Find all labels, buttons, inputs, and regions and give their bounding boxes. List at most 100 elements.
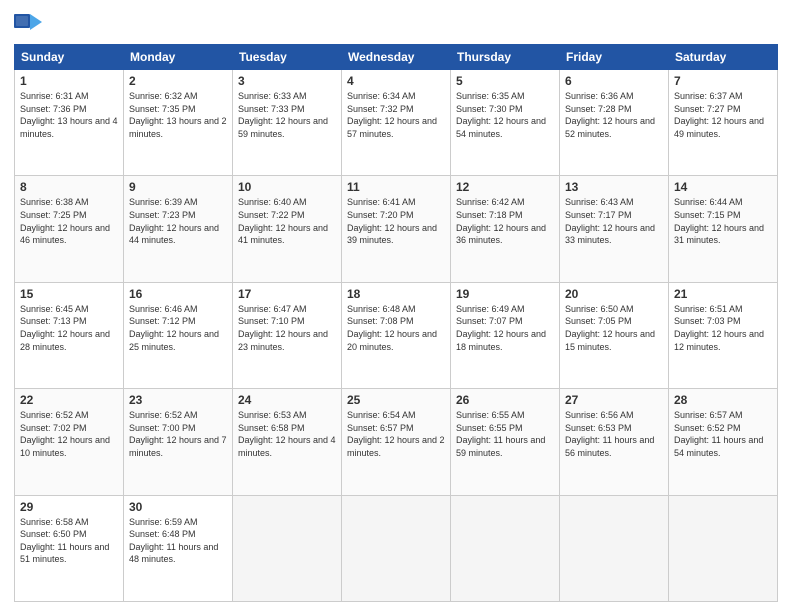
day-number: 3 bbox=[238, 74, 336, 88]
day-number: 22 bbox=[20, 393, 118, 407]
calendar-cell: 14 Sunrise: 6:44 AMSunset: 7:15 PMDayligh… bbox=[669, 176, 778, 282]
weekday-header-thursday: Thursday bbox=[451, 45, 560, 70]
calendar-cell: 18 Sunrise: 6:48 AMSunset: 7:08 PMDayligh… bbox=[342, 282, 451, 388]
day-number: 13 bbox=[565, 180, 663, 194]
page: SundayMondayTuesdayWednesdayThursdayFrid… bbox=[0, 0, 792, 612]
day-info: Sunrise: 6:48 AMSunset: 7:08 PMDaylight:… bbox=[347, 303, 445, 353]
calendar-cell: 4 Sunrise: 6:34 AMSunset: 7:32 PMDaylight… bbox=[342, 70, 451, 176]
calendar-cell: 26 Sunrise: 6:55 AMSunset: 6:55 PMDayligh… bbox=[451, 389, 560, 495]
calendar-cell: 25 Sunrise: 6:54 AMSunset: 6:57 PMDayligh… bbox=[342, 389, 451, 495]
day-info: Sunrise: 6:56 AMSunset: 6:53 PMDaylight:… bbox=[565, 409, 663, 459]
calendar-cell: 22 Sunrise: 6:52 AMSunset: 7:02 PMDayligh… bbox=[15, 389, 124, 495]
week-row-2: 8Sunrise: 6:38 AMSunset: 7:25 PMDaylight… bbox=[15, 176, 778, 282]
calendar-cell: 5 Sunrise: 6:35 AMSunset: 7:30 PMDaylight… bbox=[451, 70, 560, 176]
day-info: Sunrise: 6:44 AMSunset: 7:15 PMDaylight:… bbox=[674, 196, 772, 246]
day-number: 15 bbox=[20, 287, 118, 301]
day-info: Sunrise: 6:31 AMSunset: 7:36 PMDaylight:… bbox=[20, 90, 118, 140]
calendar-cell: 3 Sunrise: 6:33 AMSunset: 7:33 PMDaylight… bbox=[233, 70, 342, 176]
day-number: 24 bbox=[238, 393, 336, 407]
week-row-5: 29 Sunrise: 6:58 AMSunset: 6:50 PMDayligh… bbox=[15, 495, 778, 601]
calendar-cell: 28 Sunrise: 6:57 AMSunset: 6:52 PMDayligh… bbox=[669, 389, 778, 495]
weekday-header-monday: Monday bbox=[124, 45, 233, 70]
day-number: 30 bbox=[129, 500, 227, 514]
day-number: 26 bbox=[456, 393, 554, 407]
calendar-cell bbox=[669, 495, 778, 601]
calendar-cell: 1 Sunrise: 6:31 AMSunset: 7:36 PMDaylight… bbox=[15, 70, 124, 176]
calendar-cell: 15 Sunrise: 6:45 AMSunset: 7:13 PMDayligh… bbox=[15, 282, 124, 388]
day-info: Sunrise: 6:36 AMSunset: 7:28 PMDaylight:… bbox=[565, 90, 663, 140]
calendar-table: SundayMondayTuesdayWednesdayThursdayFrid… bbox=[14, 44, 778, 602]
day-info: Sunrise: 6:52 AMSunset: 7:02 PMDaylight:… bbox=[20, 409, 118, 459]
day-info: Sunrise: 6:33 AMSunset: 7:33 PMDaylight:… bbox=[238, 90, 336, 140]
day-info: Sunrise: 6:37 AMSunset: 7:27 PMDaylight:… bbox=[674, 90, 772, 140]
calendar-cell: 9 Sunrise: 6:39 AMSunset: 7:23 PMDaylight… bbox=[124, 176, 233, 282]
day-number: 27 bbox=[565, 393, 663, 407]
day-info: Sunrise: 6:41 AMSunset: 7:20 PMDaylight:… bbox=[347, 196, 445, 246]
calendar-cell: 16Sunrise: 6:46 AMSunset: 7:12 PMDayligh… bbox=[124, 282, 233, 388]
weekday-header-row: SundayMondayTuesdayWednesdayThursdayFrid… bbox=[15, 45, 778, 70]
day-number: 10 bbox=[238, 180, 336, 194]
day-number: 21 bbox=[674, 287, 772, 301]
day-number: 12 bbox=[456, 180, 554, 194]
day-number: 14 bbox=[674, 180, 772, 194]
day-number: 1 bbox=[20, 74, 118, 88]
weekday-header-sunday: Sunday bbox=[15, 45, 124, 70]
day-number: 18 bbox=[347, 287, 445, 301]
day-number: 28 bbox=[674, 393, 772, 407]
day-number: 25 bbox=[347, 393, 445, 407]
day-number: 4 bbox=[347, 74, 445, 88]
calendar-cell: 12 Sunrise: 6:42 AMSunset: 7:18 PMDayligh… bbox=[451, 176, 560, 282]
header bbox=[14, 10, 778, 38]
day-info: Sunrise: 6:39 AMSunset: 7:23 PMDaylight:… bbox=[129, 196, 227, 246]
calendar-cell: 23 Sunrise: 6:52 AMSunset: 7:00 PMDayligh… bbox=[124, 389, 233, 495]
calendar-cell bbox=[233, 495, 342, 601]
calendar-cell: 20Sunrise: 6:50 AMSunset: 7:05 PMDayligh… bbox=[560, 282, 669, 388]
calendar-cell: 6 Sunrise: 6:36 AMSunset: 7:28 PMDaylight… bbox=[560, 70, 669, 176]
day-number: 6 bbox=[565, 74, 663, 88]
day-info: Sunrise: 6:32 AMSunset: 7:35 PMDaylight:… bbox=[129, 90, 227, 140]
logo bbox=[14, 14, 44, 38]
day-number: 23 bbox=[129, 393, 227, 407]
day-info: Sunrise: 6:34 AMSunset: 7:32 PMDaylight:… bbox=[347, 90, 445, 140]
calendar-cell: 19Sunrise: 6:49 AMSunset: 7:07 PMDayligh… bbox=[451, 282, 560, 388]
calendar-cell: 21 Sunrise: 6:51 AMSunset: 7:03 PMDayligh… bbox=[669, 282, 778, 388]
calendar-cell: 8Sunrise: 6:38 AMSunset: 7:25 PMDaylight… bbox=[15, 176, 124, 282]
day-info: Sunrise: 6:59 AMSunset: 6:48 PMDaylight:… bbox=[129, 516, 227, 566]
day-info: Sunrise: 6:43 AMSunset: 7:17 PMDaylight:… bbox=[565, 196, 663, 246]
day-info: Sunrise: 6:35 AMSunset: 7:30 PMDaylight:… bbox=[456, 90, 554, 140]
calendar-cell bbox=[451, 495, 560, 601]
day-number: 20 bbox=[565, 287, 663, 301]
weekday-header-friday: Friday bbox=[560, 45, 669, 70]
calendar-cell: 10Sunrise: 6:40 AMSunset: 7:22 PMDayligh… bbox=[233, 176, 342, 282]
calendar-cell: 17 Sunrise: 6:47 AMSunset: 7:10 PMDayligh… bbox=[233, 282, 342, 388]
day-info: Sunrise: 6:54 AMSunset: 6:57 PMDaylight:… bbox=[347, 409, 445, 459]
day-number: 7 bbox=[674, 74, 772, 88]
day-info: Sunrise: 6:53 AMSunset: 6:58 PMDaylight:… bbox=[238, 409, 336, 459]
calendar-cell: 24 Sunrise: 6:53 AMSunset: 6:58 PMDayligh… bbox=[233, 389, 342, 495]
day-number: 5 bbox=[456, 74, 554, 88]
calendar-cell bbox=[342, 495, 451, 601]
calendar-cell: 7 Sunrise: 6:37 AMSunset: 7:27 PMDaylight… bbox=[669, 70, 778, 176]
logo-icon bbox=[14, 14, 42, 38]
day-info: Sunrise: 6:52 AMSunset: 7:00 PMDaylight:… bbox=[129, 409, 227, 459]
weekday-header-wednesday: Wednesday bbox=[342, 45, 451, 70]
day-info: Sunrise: 6:49 AMSunset: 7:07 PMDaylight:… bbox=[456, 303, 554, 353]
day-number: 2 bbox=[129, 74, 227, 88]
week-row-1: 1 Sunrise: 6:31 AMSunset: 7:36 PMDaylight… bbox=[15, 70, 778, 176]
day-info: Sunrise: 6:58 AMSunset: 6:50 PMDaylight:… bbox=[20, 516, 118, 566]
day-info: Sunrise: 6:42 AMSunset: 7:18 PMDaylight:… bbox=[456, 196, 554, 246]
day-info: Sunrise: 6:38 AMSunset: 7:25 PMDaylight:… bbox=[20, 196, 118, 246]
day-info: Sunrise: 6:51 AMSunset: 7:03 PMDaylight:… bbox=[674, 303, 772, 353]
calendar-cell: 30 Sunrise: 6:59 AMSunset: 6:48 PMDayligh… bbox=[124, 495, 233, 601]
calendar-cell: 2 Sunrise: 6:32 AMSunset: 7:35 PMDaylight… bbox=[124, 70, 233, 176]
day-number: 9 bbox=[129, 180, 227, 194]
day-number: 17 bbox=[238, 287, 336, 301]
day-info: Sunrise: 6:55 AMSunset: 6:55 PMDaylight:… bbox=[456, 409, 554, 459]
day-info: Sunrise: 6:47 AMSunset: 7:10 PMDaylight:… bbox=[238, 303, 336, 353]
calendar-cell bbox=[560, 495, 669, 601]
calendar-cell: 13 Sunrise: 6:43 AMSunset: 7:17 PMDayligh… bbox=[560, 176, 669, 282]
day-info: Sunrise: 6:57 AMSunset: 6:52 PMDaylight:… bbox=[674, 409, 772, 459]
day-info: Sunrise: 6:45 AMSunset: 7:13 PMDaylight:… bbox=[20, 303, 118, 353]
calendar-cell: 29 Sunrise: 6:58 AMSunset: 6:50 PMDayligh… bbox=[15, 495, 124, 601]
day-number: 29 bbox=[20, 500, 118, 514]
